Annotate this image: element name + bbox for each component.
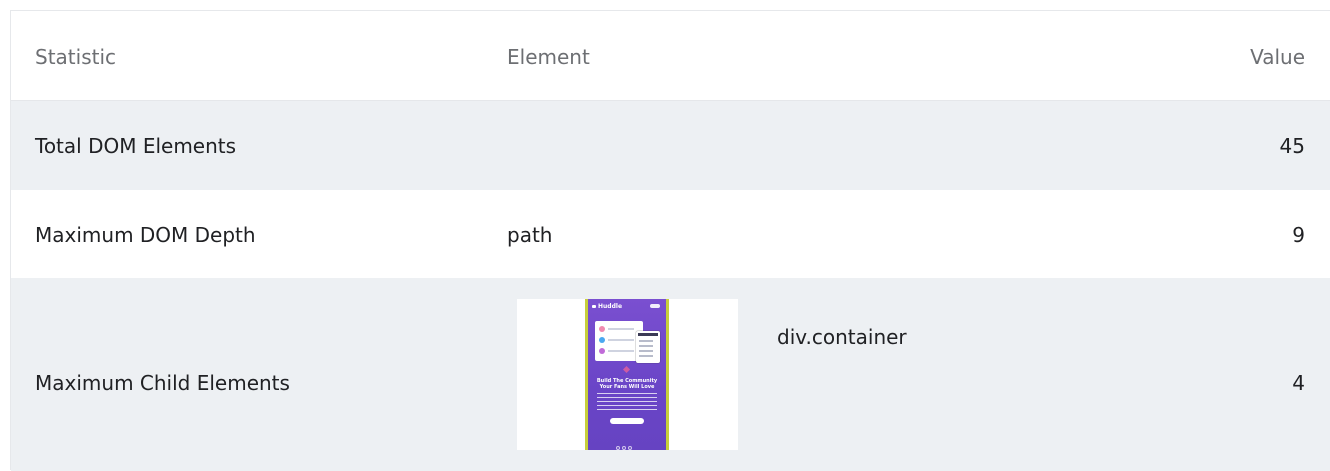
element-screenshot-thumbnail: Huddle Build The Community Your Fans Wil…: [517, 299, 738, 450]
statistic-value: 9: [1292, 223, 1305, 247]
preview-mockup-panel: [636, 331, 660, 363]
table-header-row: Statistic Element Value: [11, 11, 1330, 101]
phone-frame: Huddle Build The Community Your Fans Wil…: [585, 299, 669, 450]
preview-mockup-line: [599, 348, 637, 355]
table-row: Maximum Child Elements Huddle Build The …: [11, 278, 1330, 471]
preview-mockup-line: [599, 337, 637, 344]
logo-icon: [592, 305, 596, 308]
statistic-name: Total DOM Elements: [35, 134, 237, 158]
preview-body-text: [597, 393, 657, 411]
toggle-icon: [650, 304, 660, 308]
statistic-value: 4: [1292, 371, 1305, 395]
column-header-element: Element: [507, 45, 590, 69]
twitter-icon: [622, 446, 626, 450]
statistic-name: Maximum DOM Depth: [35, 223, 256, 247]
preview-headline: Build The Community Your Fans Will Love: [596, 378, 658, 390]
table-row: Maximum DOM Depth path 9: [11, 190, 1330, 278]
facebook-icon: [616, 446, 620, 450]
element-selector: div.container: [777, 325, 907, 349]
preview-cta-button: [610, 418, 644, 424]
table-row: Total DOM Elements 45: [11, 101, 1330, 190]
page-preview: Huddle Build The Community Your Fans Wil…: [588, 299, 666, 450]
preview-app-name: Huddle: [598, 303, 623, 310]
preview-social-icons: [616, 435, 638, 450]
dom-statistics-table: Statistic Element Value Total DOM Elemen…: [10, 10, 1330, 471]
column-header-value: Value: [1250, 45, 1305, 69]
column-header-statistic: Statistic: [35, 45, 117, 69]
instagram-icon: [628, 446, 632, 450]
preview-mockup-line: [599, 326, 637, 333]
statistic-value: 45: [1279, 134, 1305, 158]
statistic-name: Maximum Child Elements: [35, 371, 290, 395]
element-selector: path: [507, 223, 553, 247]
heart-icon: [622, 365, 631, 374]
